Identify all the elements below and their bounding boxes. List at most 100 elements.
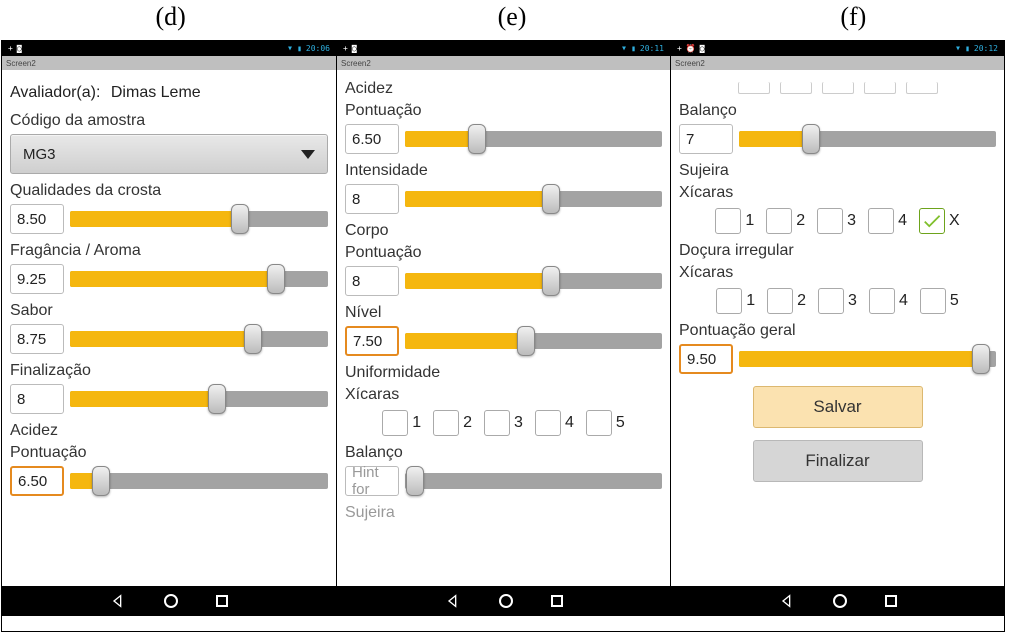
body-value[interactable]: 8: [345, 266, 399, 296]
crust-slider[interactable]: [70, 208, 328, 230]
android-navbar: [337, 586, 670, 616]
balance-slider-e[interactable]: [405, 470, 662, 492]
status-add-icon: +: [677, 44, 682, 53]
uniformity-label: Uniformidade: [345, 364, 662, 382]
status-bar: +⏰◙ ▾▮20:12: [671, 41, 1004, 56]
finish-slider[interactable]: [70, 388, 328, 410]
panel-tags: (d) (e) (f): [0, 0, 1024, 40]
level-slider[interactable]: [405, 330, 662, 352]
cup-3[interactable]: [484, 410, 510, 436]
cup-2[interactable]: [433, 410, 459, 436]
screen-f: +⏰◙ ▾▮20:12 Screen2 Balanço 7 Sujeira Xí…: [670, 41, 1004, 616]
cup-5[interactable]: [586, 410, 612, 436]
back-icon[interactable]: [779, 593, 795, 609]
fragrance-slider[interactable]: [70, 268, 328, 290]
status-add-icon: +: [8, 44, 13, 53]
back-icon[interactable]: [110, 593, 126, 609]
wifi-icon: ▾: [621, 43, 627, 54]
back-icon[interactable]: [445, 593, 461, 609]
acidity-label-d: Acidez: [10, 422, 328, 440]
dirt-cup-3[interactable]: [817, 208, 843, 234]
dirt-cup-1[interactable]: [715, 208, 741, 234]
body-slider[interactable]: [405, 270, 662, 292]
cups-label-dirt: Xícaras: [679, 184, 996, 202]
flavor-value[interactable]: 8.75: [10, 324, 64, 354]
acidity-label-e: Acidez: [345, 80, 662, 98]
score-label-d: Pontuação: [10, 444, 328, 462]
sweet-cup-1[interactable]: [716, 288, 742, 314]
clock: 20:06: [306, 44, 330, 53]
home-icon[interactable]: [499, 594, 513, 608]
acidity-value-d[interactable]: 6.50: [10, 466, 64, 496]
status-camera-icon: ◙: [352, 44, 357, 53]
sample-code-dropdown[interactable]: MG3: [10, 134, 328, 174]
sweet-cup-2[interactable]: [767, 288, 793, 314]
dirt-cup-4[interactable]: [868, 208, 894, 234]
app-title: Screen2: [6, 59, 36, 68]
dirt-cup-x[interactable]: [919, 208, 945, 234]
status-bar: +◙ ▾▮20:06: [2, 41, 336, 56]
sample-code-value: MG3: [23, 146, 56, 163]
sample-code-label: Código da amostra: [10, 112, 328, 130]
level-value[interactable]: 7.50: [345, 326, 399, 356]
cup-4[interactable]: [535, 410, 561, 436]
clock: 20:11: [640, 44, 664, 53]
android-navbar: [2, 586, 336, 616]
dirt-cup-2[interactable]: [766, 208, 792, 234]
intensity-slider[interactable]: [405, 188, 662, 210]
sweet-cup-5[interactable]: [920, 288, 946, 314]
balance-value-f[interactable]: 7: [679, 124, 733, 154]
recent-icon[interactable]: [885, 595, 897, 607]
overall-slider[interactable]: [739, 348, 996, 370]
sujeira-label-e: Sujeira: [345, 504, 662, 522]
evaluator-row: Avaliador(a): Dimas Leme: [10, 84, 328, 102]
recent-icon[interactable]: [216, 595, 228, 607]
finish-label: Finalização: [10, 362, 328, 380]
fragrance-label: Fragância / Aroma: [10, 242, 328, 260]
app-title: Screen2: [341, 59, 371, 68]
acidity-value-e[interactable]: 6.50: [345, 124, 399, 154]
sweet-cups: 1 2 3 4 5: [679, 288, 996, 314]
intensity-value[interactable]: 8: [345, 184, 399, 214]
home-icon[interactable]: [833, 594, 847, 608]
finish-value[interactable]: 8: [10, 384, 64, 414]
battery-icon: ▮: [297, 44, 302, 53]
body-label: Corpo: [345, 222, 662, 240]
cups-label-e: Xícaras: [345, 386, 662, 404]
tag-d: (d): [0, 2, 341, 32]
cups-label-sweet: Xícaras: [679, 264, 996, 282]
check-icon: [921, 210, 943, 232]
status-camera-icon: ◙: [700, 44, 705, 53]
battery-icon: ▮: [631, 44, 636, 53]
body-score-label: Pontuação: [345, 244, 662, 262]
app-title-bar: Screen2: [671, 56, 1004, 70]
acidity-slider-d[interactable]: [70, 470, 328, 492]
overall-value[interactable]: 9.50: [679, 344, 733, 374]
flavor-label: Sabor: [10, 302, 328, 320]
dirt-cups: 1 2 3 4 X: [679, 208, 996, 234]
clock: 20:12: [974, 44, 998, 53]
chevron-down-icon: [301, 150, 315, 159]
evaluator-label: Avaliador(a):: [10, 84, 100, 101]
acidity-slider-e[interactable]: [405, 128, 662, 150]
sweet-cup-3[interactable]: [818, 288, 844, 314]
android-navbar: [671, 586, 1004, 616]
screen-d: +◙ ▾▮20:06 Screen2 Avaliador(a): Dimas L…: [2, 41, 336, 616]
recent-icon[interactable]: [551, 595, 563, 607]
balance-slider-f[interactable]: [739, 128, 996, 150]
balance-value-e[interactable]: Hint for: [345, 466, 399, 496]
crust-value[interactable]: 8.50: [10, 204, 64, 234]
evaluator-name: Dimas Leme: [111, 84, 201, 101]
tag-e: (e): [341, 2, 682, 32]
sweet-cup-4[interactable]: [869, 288, 895, 314]
fragrance-value[interactable]: 9.25: [10, 264, 64, 294]
finalize-button[interactable]: Finalizar: [753, 440, 923, 482]
score-label-e: Pontuação: [345, 102, 662, 120]
cup-1[interactable]: [382, 410, 408, 436]
flavor-slider[interactable]: [70, 328, 328, 350]
overall-label: Pontuação geral: [679, 322, 996, 340]
balance-label-f: Balanço: [679, 102, 996, 120]
home-icon[interactable]: [164, 594, 178, 608]
save-button[interactable]: Salvar: [753, 386, 923, 428]
ghost-cups-top: [679, 82, 996, 94]
